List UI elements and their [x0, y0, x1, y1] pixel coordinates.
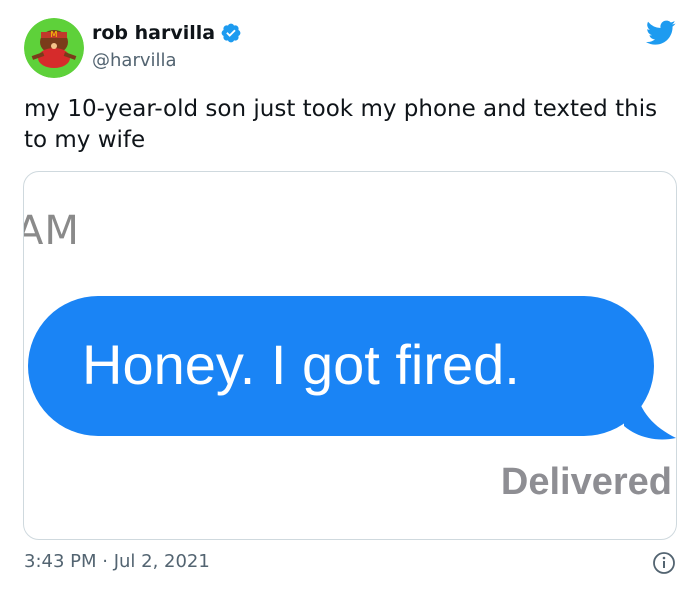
media-image[interactable]: AM Honey. I got fired. Delivered [23, 171, 677, 540]
svg-text:M: M [51, 30, 58, 39]
info-icon[interactable] [652, 551, 676, 575]
tweet-timestamp[interactable]: 3:43 PM · Jul 2, 2021 [24, 551, 210, 572]
author-name-row[interactable]: rob harvilla [92, 22, 242, 44]
verified-badge-icon [220, 22, 242, 44]
message-text: Honey. I got fired. [82, 333, 520, 396]
author-handle[interactable]: @harvilla [92, 50, 177, 71]
author-name[interactable]: rob harvilla [92, 22, 215, 44]
bubble-tail-shape [624, 382, 676, 440]
twitter-bird-icon[interactable] [646, 20, 676, 46]
delivery-status: Delivered [500, 461, 672, 503]
message-time-label: AM [24, 208, 80, 254]
avatar[interactable]: M [24, 18, 84, 78]
tweet-text: my 10-year-old son just took my phone an… [24, 96, 658, 153]
avatar-image: M [24, 18, 84, 78]
